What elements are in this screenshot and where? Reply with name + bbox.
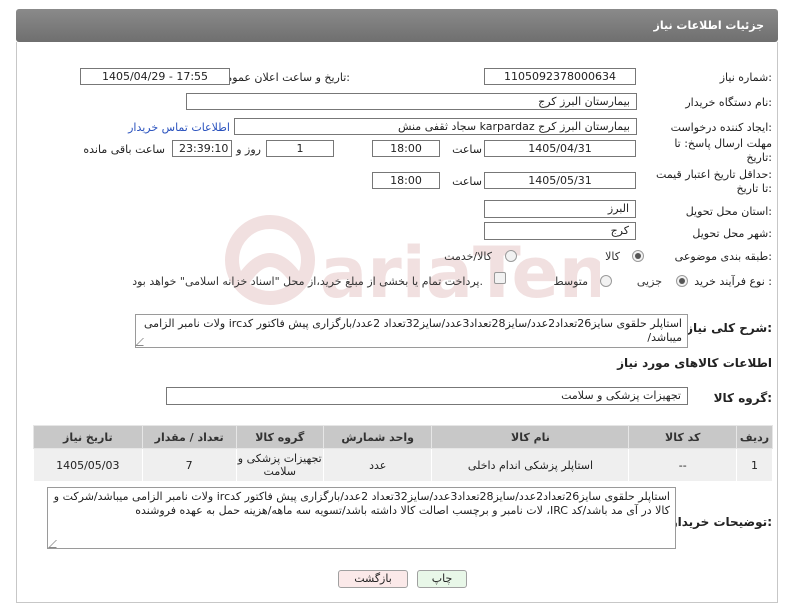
col-header-item-name: نام کالا bbox=[431, 425, 630, 449]
table-row: 1 -- استاپلر پزشکی اندام داخلی عدد تجهیز… bbox=[33, 448, 774, 482]
category-option-goods: کالا bbox=[605, 250, 620, 263]
delivery-province-label: استان محل تحویل: bbox=[685, 205, 772, 218]
delivery-city-field: کرج bbox=[484, 222, 636, 240]
cell-unit: عدد bbox=[322, 448, 433, 482]
page-title: جزئیات اطلاعات نیاز bbox=[653, 19, 765, 32]
requester-field: سجاد ثقفی منش karpardaz بیمارستان البرز … bbox=[234, 118, 637, 135]
col-header-unit: واحد شمارش bbox=[322, 425, 433, 449]
cell-item-group: تجهیزات پزشکی و سلامت bbox=[235, 448, 324, 482]
need-number-label: شماره نیاز: bbox=[719, 71, 772, 84]
col-header-item-group: گروه کالا bbox=[235, 425, 324, 449]
buyer-org-label: نام دستگاه خریدار: bbox=[685, 96, 772, 109]
cell-item-code: -- bbox=[628, 448, 737, 482]
treasury-payment-note: پرداخت تمام یا بخشی از مبلغ خرید،از محل … bbox=[132, 275, 483, 288]
goods-group-label: گروه کالا: bbox=[713, 391, 772, 405]
reply-deadline-time: 18:00 bbox=[372, 140, 440, 157]
announce-datetime-field: 1405/04/29 - 17:55 bbox=[80, 68, 230, 85]
delivery-city-label: شهر محل تحویل: bbox=[692, 227, 772, 240]
process-option-minor: جزیی bbox=[636, 275, 662, 288]
price-validity-label-line2: تا تاریخ: bbox=[736, 182, 772, 195]
print-button[interactable]: چاپ bbox=[417, 570, 467, 588]
remaining-time: 23:39:10 bbox=[172, 140, 232, 157]
col-header-row-number: ردیف bbox=[735, 425, 774, 449]
treasury-payment-checkbox[interactable] bbox=[494, 272, 506, 284]
category-label: طبقه بندی موضوعی: bbox=[674, 250, 772, 263]
remaining-label: ساعت باقی مانده bbox=[83, 143, 165, 156]
col-header-need-date: تاریخ نیاز bbox=[33, 425, 143, 449]
reply-deadline-time-label: ساعت bbox=[452, 143, 482, 156]
purchase-process-label: نوع فرآیند خرید : bbox=[694, 275, 772, 288]
buyer-notes-textarea[interactable]: استاپلر حلقوی سایز26تعداد2عدد/سایز28تعدا… bbox=[47, 487, 676, 549]
process-radio-medium[interactable] bbox=[600, 275, 612, 287]
buyer-notes-label: توضیحات خریدار: bbox=[670, 515, 772, 529]
category-option-goods-service: کالا/خدمت bbox=[444, 250, 492, 263]
price-validity-time: 18:00 bbox=[372, 172, 440, 189]
need-description-textarea[interactable]: استاپلر حلقوی سایز26تعداد2عدد/سایز28تعدا… bbox=[135, 314, 688, 348]
goods-section-title: اطلاعات کالاهای مورد نیاز bbox=[617, 356, 772, 370]
col-header-quantity: تعداد / مقدار bbox=[141, 425, 237, 449]
reply-deadline-label: مهلت ارسال پاسخ: تا تاریخ: bbox=[674, 137, 772, 165]
buyer-org-field: بیمارستان البرز کرج bbox=[186, 93, 637, 110]
price-validity-label-line1: حداقل تاریخ اعتبار قیمت: bbox=[656, 168, 772, 181]
back-button[interactable]: بازگشت bbox=[338, 570, 408, 588]
reply-deadline-label-line2: تاریخ: bbox=[746, 151, 772, 164]
process-option-medium: متوسط bbox=[553, 275, 588, 288]
delivery-province-field: البرز bbox=[484, 200, 636, 218]
cell-row-number: 1 bbox=[735, 448, 774, 482]
panel-header: جزئیات اطلاعات نیاز bbox=[16, 9, 778, 42]
announce-datetime-label: تاریخ و ساعت اعلان عمومی: bbox=[217, 71, 350, 84]
days-label: روز و bbox=[236, 143, 261, 156]
reply-deadline-date: 1405/04/31 bbox=[484, 140, 636, 157]
items-table: ردیف کد کالا نام کالا واحد شمارش گروه کا… bbox=[33, 425, 774, 482]
price-validity-date: 1405/05/31 bbox=[484, 172, 636, 189]
requester-label: ایجاد کننده درخواست: bbox=[670, 121, 772, 134]
reply-deadline-label-line1: مهلت ارسال پاسخ: تا bbox=[674, 137, 772, 150]
category-radio-goods[interactable] bbox=[632, 250, 644, 262]
price-validity-label: حداقل تاریخ اعتبار قیمت: تا تاریخ: bbox=[656, 168, 772, 196]
items-table-header-row: ردیف کد کالا نام کالا واحد شمارش گروه کا… bbox=[33, 425, 774, 449]
cell-quantity: 7 bbox=[141, 448, 237, 482]
need-description-label: شرح کلی نیاز: bbox=[686, 321, 772, 335]
buyer-contact-link[interactable]: اطلاعات تماس خریدار bbox=[128, 121, 230, 134]
cell-item-name: استاپلر پزشکی اندام داخلی bbox=[431, 448, 630, 482]
price-validity-time-label: ساعت bbox=[452, 175, 482, 188]
process-radio-minor[interactable] bbox=[676, 275, 688, 287]
reply-deadline-days: 1 bbox=[266, 140, 334, 157]
cell-need-date: 1405/05/03 bbox=[33, 448, 143, 482]
category-radio-goods-service[interactable] bbox=[505, 250, 517, 262]
goods-group-field: تجهیزات پزشکی و سلامت bbox=[166, 387, 688, 405]
col-header-item-code: کد کالا bbox=[628, 425, 737, 449]
need-number-field: 1105092378000634 bbox=[484, 68, 636, 85]
